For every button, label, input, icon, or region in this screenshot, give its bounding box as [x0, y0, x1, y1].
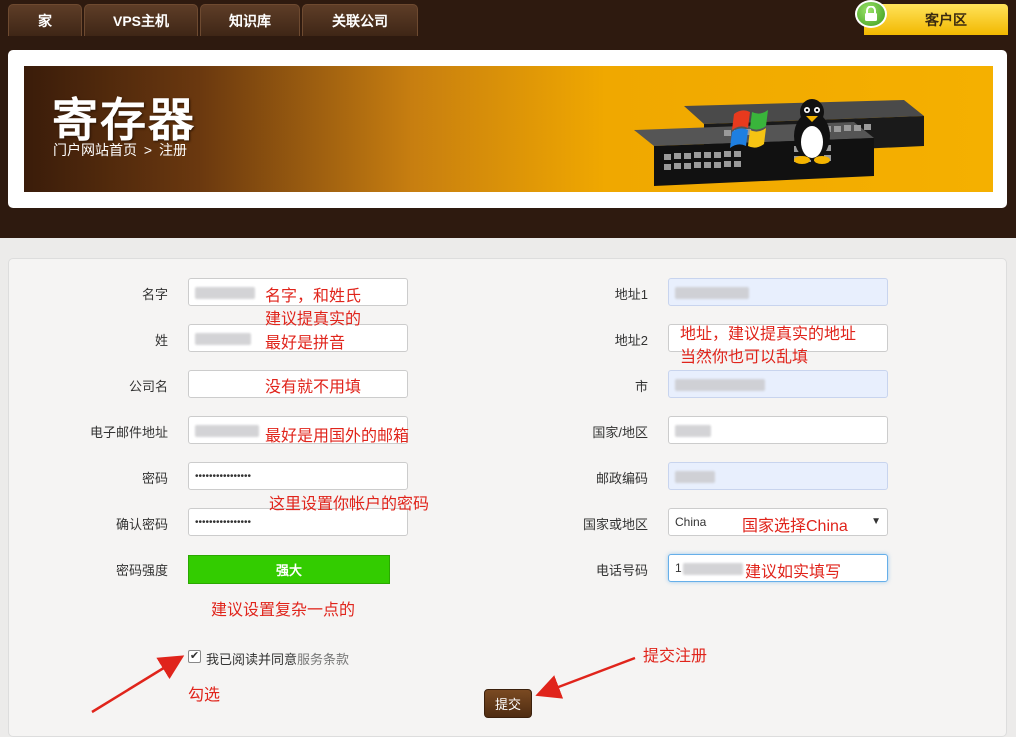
- arrow-to-checkbox: [91, 655, 185, 714]
- annotation-arrows: [91, 655, 636, 714]
- arrow-to-submit: [535, 656, 636, 699]
